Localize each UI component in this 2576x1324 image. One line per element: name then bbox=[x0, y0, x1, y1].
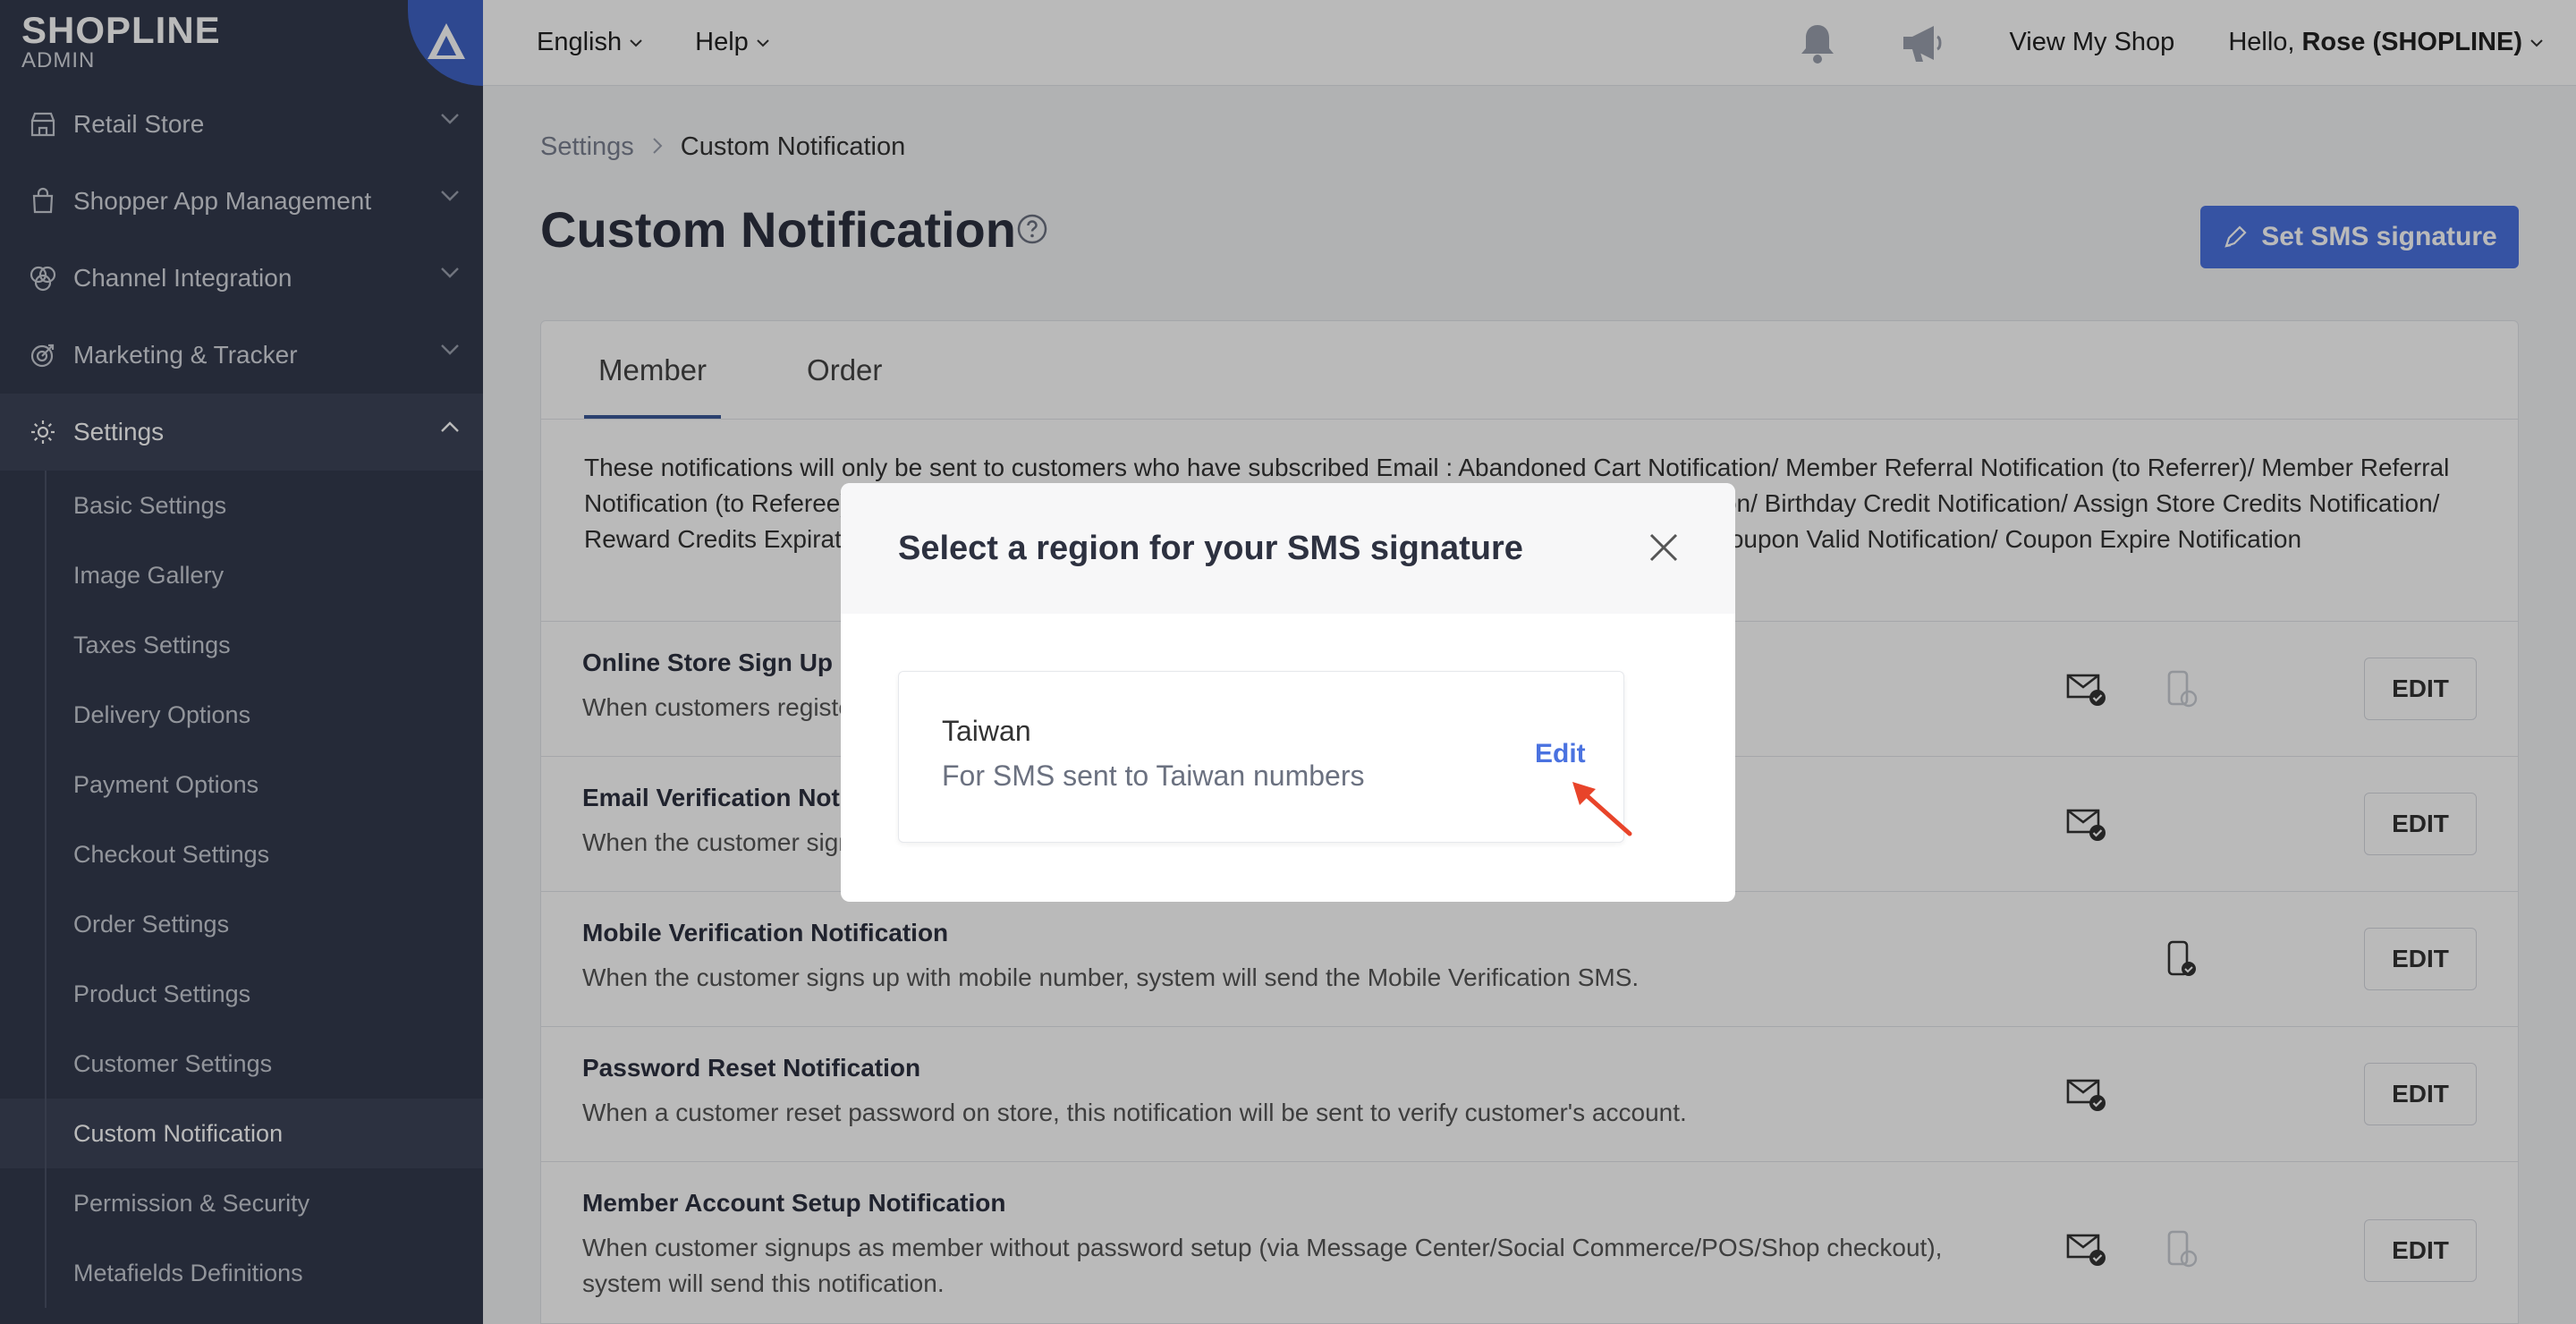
region-description: For SMS sent to Taiwan numbers bbox=[942, 760, 1365, 792]
region-name: Taiwan bbox=[942, 715, 1031, 747]
modal-title: Select a region for your SMS signature bbox=[898, 529, 1523, 567]
close-icon[interactable] bbox=[1646, 530, 1682, 565]
annotation-arrow-icon bbox=[1572, 782, 1632, 836]
sms-region-modal: Select a region for your SMS signature T… bbox=[841, 483, 1735, 902]
modal-header: Select a region for your SMS signature bbox=[841, 483, 1735, 614]
region-card-taiwan: Taiwan For SMS sent to Taiwan numbers bbox=[898, 671, 1624, 843]
region-edit-link[interactable]: Edit bbox=[1535, 739, 1586, 769]
